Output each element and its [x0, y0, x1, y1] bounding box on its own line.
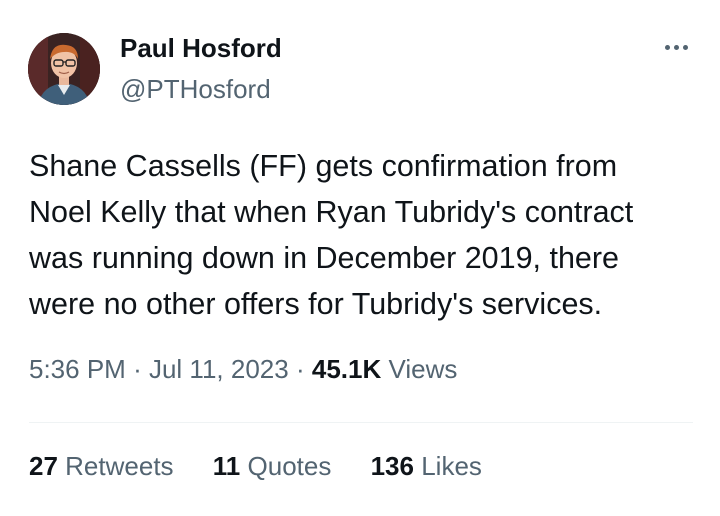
likes-count: 136: [370, 451, 414, 481]
more-horizontal-icon: [663, 44, 690, 50]
tweet-date[interactable]: Jul 11, 2023: [149, 354, 289, 384]
tweet-metadata: 5:36 PM · Jul 11, 2023 · 45.1K Views: [29, 354, 457, 385]
divider: [29, 422, 693, 423]
tweet-text-line: were no other offers for Tubridy's servi…: [29, 287, 603, 321]
tweet-text-line: Noel Kelly that when Ryan Tubridy's cont…: [29, 195, 634, 229]
tweet-text-line: was running down in December 2019, there: [29, 241, 620, 275]
profile-photo-icon: [28, 33, 100, 105]
author-display-name[interactable]: Paul Hosford: [120, 33, 282, 64]
tweet-text-line: Shane Cassells (FF) gets confirmation fr…: [29, 149, 618, 183]
views-label: Views: [388, 354, 458, 384]
author-handle[interactable]: @PTHosford: [120, 74, 271, 105]
more-options-button[interactable]: [656, 32, 696, 62]
meta-separator: ·: [295, 354, 305, 384]
tweet-time[interactable]: 5:36 PM: [29, 354, 126, 384]
likes-label: Likes: [421, 451, 482, 481]
quotes-stat[interactable]: 11 Quotes: [213, 451, 332, 482]
retweets-stat[interactable]: 27 Retweets: [29, 451, 174, 482]
quotes-count: 11: [212, 451, 241, 481]
meta-separator: ·: [133, 354, 142, 384]
retweets-count: 27: [29, 451, 58, 481]
engagement-stats: 27 Retweets 11 Quotes 136 Likes: [29, 451, 514, 482]
views-count: 45.1K: [311, 354, 382, 384]
likes-stat[interactable]: 136 Likes: [371, 451, 482, 482]
avatar[interactable]: [28, 33, 100, 105]
tweet-card: Paul Hosford @PTHosford Shane Cassells (…: [0, 0, 720, 516]
retweets-label: Retweets: [65, 451, 174, 481]
quotes-label: Quotes: [247, 451, 332, 481]
tweet-text: Shane Cassells (FF) gets confirmation fr…: [29, 143, 699, 327]
